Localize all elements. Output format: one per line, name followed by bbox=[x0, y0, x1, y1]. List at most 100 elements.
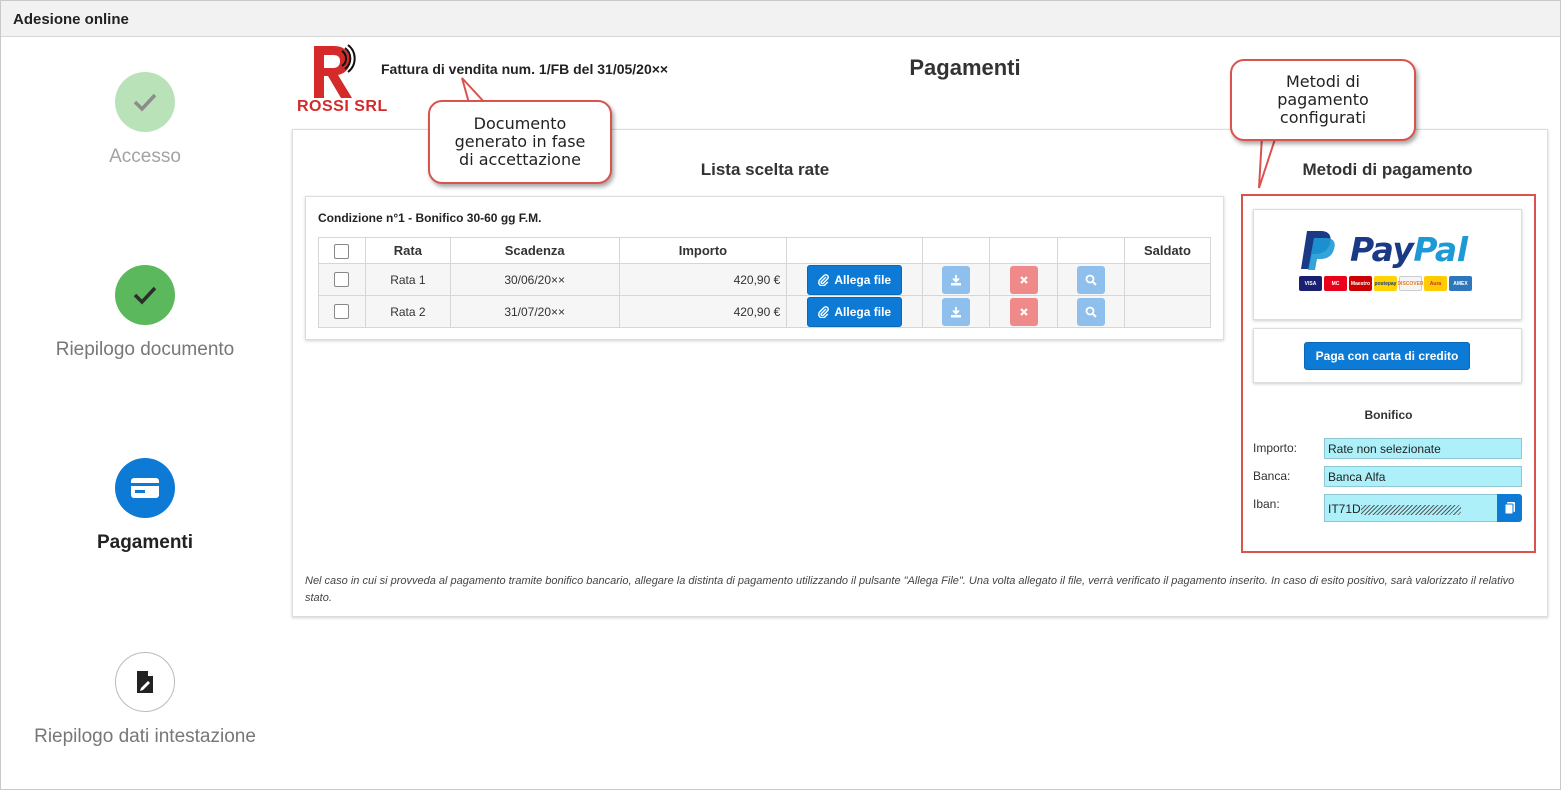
iban-redacted bbox=[1360, 504, 1461, 515]
table-row: Rata 2 31/07/20×× 420,90 € Allega file bbox=[318, 295, 1212, 328]
callout-documento: Documento generato in fase di accettazio… bbox=[428, 100, 612, 184]
attach-file-label: Allega file bbox=[834, 304, 892, 319]
aura-card-icon: Aura bbox=[1424, 276, 1447, 291]
step-label: Pagamenti bbox=[96, 532, 194, 553]
rates-table: Rata Scadenza Importo Saldato Rata 1 30/… bbox=[318, 237, 1212, 328]
saldato-cell bbox=[1123, 295, 1212, 328]
column-header: Saldato bbox=[1123, 237, 1212, 264]
column-header: Scadenza bbox=[449, 237, 620, 264]
discover-icon: DISCOVER bbox=[1397, 276, 1424, 291]
page-title: Pagamenti bbox=[909, 55, 1021, 80]
search-icon bbox=[1085, 306, 1097, 318]
view-button[interactable] bbox=[1077, 265, 1105, 294]
saldato-cell bbox=[1123, 263, 1212, 296]
amex-icon: AMEX bbox=[1449, 276, 1472, 291]
close-icon bbox=[1019, 275, 1028, 284]
banca-label: Banca: bbox=[1253, 469, 1291, 483]
banca-field[interactable]: Banca Alfa bbox=[1324, 466, 1522, 487]
view-cell bbox=[1057, 295, 1125, 328]
callout-line: Documento bbox=[473, 114, 567, 133]
column-header bbox=[1057, 237, 1125, 264]
mastercard-icon: MC bbox=[1324, 276, 1347, 291]
view-button[interactable] bbox=[1077, 297, 1105, 326]
table-header-row: Rata Scadenza Importo Saldato bbox=[318, 237, 1212, 264]
copy-iban-button[interactable] bbox=[1497, 494, 1522, 522]
rata-cell: Rata 2 bbox=[364, 295, 451, 328]
invoice-title: Fattura di vendita num. 1/FB del 31/05/2… bbox=[381, 61, 669, 77]
step-accesso[interactable]: Accesso bbox=[0, 72, 290, 168]
paypal-pay-text: Pay bbox=[1350, 230, 1414, 269]
scadenza-cell: 31/07/20×× bbox=[449, 295, 620, 328]
importo-label: Importo: bbox=[1253, 441, 1298, 455]
delete-cell bbox=[989, 295, 1059, 328]
step-label: Riepilogo documento bbox=[55, 339, 235, 360]
callout-metodi: Metodi di pagamento configurati bbox=[1230, 59, 1416, 141]
document-edit-icon bbox=[115, 652, 175, 712]
column-header bbox=[786, 237, 924, 264]
condition-label: Condizione n°1 - Bonifico 30-60 gg F.M. bbox=[318, 211, 542, 225]
step-riepilogo-dati-intestazione[interactable]: Riepilogo dati intestazione bbox=[0, 652, 290, 748]
row-select-cell bbox=[318, 263, 366, 296]
rata-cell: Rata 1 bbox=[364, 263, 451, 296]
company-name: ROSSI SRL bbox=[297, 98, 388, 115]
iban-value: IT71D bbox=[1328, 502, 1361, 516]
close-icon bbox=[1019, 307, 1028, 316]
bonifico-title: Bonifico bbox=[1364, 408, 1413, 422]
callout-line: pagamento bbox=[1277, 90, 1369, 109]
column-header: Importo bbox=[618, 237, 788, 264]
attach-cell: Allega file bbox=[786, 295, 924, 328]
attach-file-button[interactable]: Allega file bbox=[807, 296, 903, 327]
delete-button[interactable] bbox=[1009, 265, 1038, 294]
postepay-icon: postepay bbox=[1374, 276, 1397, 291]
check-icon bbox=[115, 265, 175, 325]
credit-card-icon bbox=[115, 458, 175, 518]
window-title: Adesione online bbox=[13, 11, 129, 28]
payment-note: Nel caso in cui si provveda al pagamento… bbox=[305, 575, 1515, 604]
iban-field[interactable]: IT71D bbox=[1324, 494, 1498, 522]
step-riepilogo-documento[interactable]: Riepilogo documento bbox=[0, 265, 290, 361]
title-bar: Adesione online bbox=[1, 1, 1560, 37]
callout-line: di accettazione bbox=[459, 150, 581, 169]
delete-cell bbox=[989, 263, 1059, 296]
view-cell bbox=[1057, 263, 1125, 296]
column-header bbox=[922, 237, 991, 264]
row-checkbox[interactable] bbox=[334, 304, 350, 320]
maestro-icon: Maestro bbox=[1349, 276, 1372, 291]
attach-cell: Allega file bbox=[786, 263, 924, 296]
paperclip-icon bbox=[818, 273, 830, 286]
check-icon bbox=[115, 72, 175, 132]
download-button[interactable] bbox=[942, 265, 971, 294]
download-icon bbox=[951, 306, 962, 317]
attach-file-button[interactable]: Allega file bbox=[807, 264, 903, 295]
callout-line: Metodi di bbox=[1286, 72, 1360, 91]
download-cell bbox=[922, 295, 991, 328]
visa-card-icon: VISA bbox=[1299, 276, 1322, 291]
select-all-checkbox[interactable] bbox=[334, 243, 350, 259]
accepted-cards: VISA MC Maestro postepay DISCOVER Aura A… bbox=[1299, 276, 1472, 291]
step-pagamenti[interactable]: Pagamenti bbox=[0, 458, 290, 554]
step-label: Accesso bbox=[109, 146, 181, 167]
column-header bbox=[989, 237, 1059, 264]
copy-icon bbox=[1504, 502, 1515, 515]
importo-cell: 420,90 € bbox=[618, 295, 788, 328]
row-select-cell bbox=[318, 295, 366, 328]
callout-line: generato in fase bbox=[454, 132, 586, 151]
row-checkbox[interactable] bbox=[334, 272, 350, 288]
delete-button[interactable] bbox=[1009, 297, 1038, 326]
paypal-wordmark: PayPal bbox=[1350, 230, 1468, 269]
pay-credit-card-button[interactable]: Paga con carta di credito bbox=[1304, 342, 1470, 370]
download-cell bbox=[922, 263, 991, 296]
payment-methods-title: Metodi di pagamento bbox=[1302, 160, 1473, 179]
download-icon bbox=[951, 274, 962, 285]
column-header: Rata bbox=[364, 237, 451, 264]
importo-cell: 420,90 € bbox=[618, 263, 788, 296]
scadenza-cell: 30/06/20×× bbox=[449, 263, 620, 296]
select-all-cell bbox=[318, 237, 366, 264]
attach-file-label: Allega file bbox=[834, 272, 892, 287]
search-icon bbox=[1085, 274, 1097, 286]
iban-label: Iban: bbox=[1253, 497, 1280, 511]
download-button[interactable] bbox=[942, 297, 971, 326]
paypal-logo-icon bbox=[1299, 229, 1339, 276]
importo-field[interactable]: Rate non selezionate bbox=[1324, 438, 1522, 459]
paperclip-icon bbox=[818, 305, 830, 318]
